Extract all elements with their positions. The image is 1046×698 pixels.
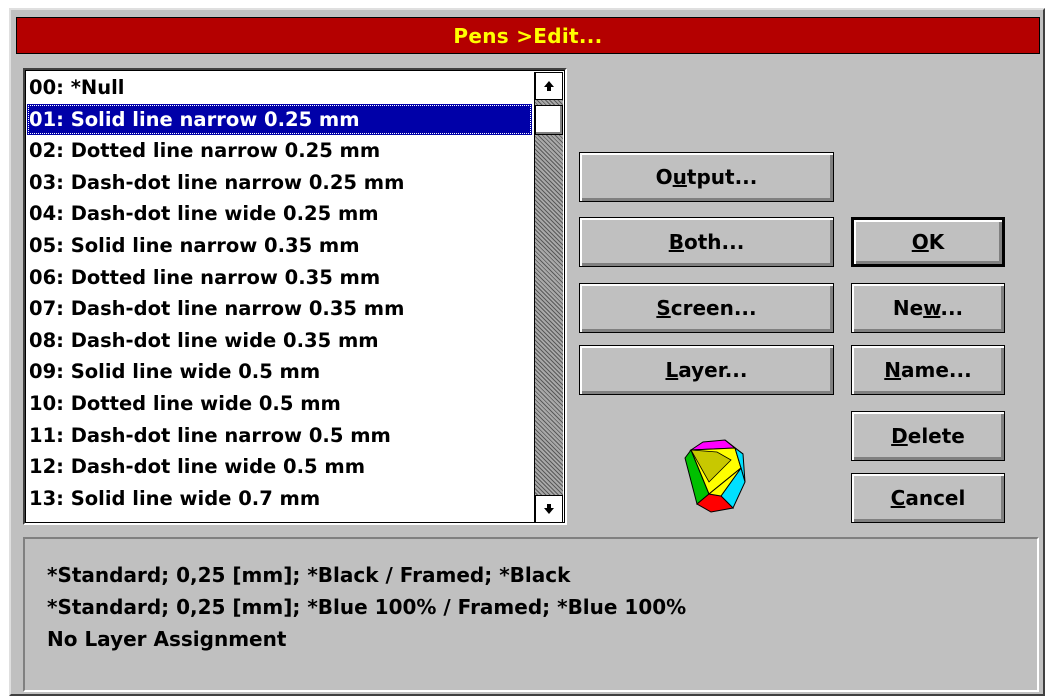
pen-list-item[interactable]: 08: Dash-dot line wide 0.35 mm	[27, 325, 532, 357]
both-button[interactable]: Both...	[579, 217, 834, 267]
pen-list-item[interactable]: 11: Dash-dot line narrow 0.5 mm	[27, 420, 532, 452]
pen-list[interactable]: 00: *Null 01: Solid line narrow 0.25 mm 02…	[23, 68, 567, 525]
scroll-up-button[interactable]	[535, 72, 563, 100]
pen-list-scrollbar[interactable]	[534, 72, 563, 523]
ok-button[interactable]: OK	[851, 217, 1005, 267]
pen-list-items: 00: *Null 01: Solid line narrow 0.25 mm 02…	[27, 72, 532, 523]
info-output-line: *Standard; 0,25 [mm]; *Black / Framed; *…	[47, 563, 571, 587]
title-bar[interactable]: Pens >Edit...	[16, 17, 1040, 54]
pen-list-item[interactable]: 12: Dash-dot line wide 0.5 mm	[27, 451, 532, 483]
pen-list-item[interactable]: 02: Dotted line narrow 0.25 mm	[27, 135, 532, 167]
new-button-label: New...	[892, 296, 964, 320]
up-arrow-icon	[544, 81, 554, 91]
pen-list-item[interactable]: 00: *Null	[27, 72, 532, 104]
name-button-label: Name...	[884, 358, 972, 382]
name-button[interactable]: Name...	[851, 345, 1005, 395]
pen-list-item[interactable]: 01: Solid line narrow 0.25 mm	[27, 103, 532, 136]
both-button-label: Both...	[668, 230, 745, 254]
layer-button-label: Layer...	[665, 358, 748, 382]
screen-button[interactable]: Screen...	[579, 283, 834, 333]
delete-button-label: Delete	[891, 424, 965, 448]
pen-list-item[interactable]: 05: Solid line narrow 0.35 mm	[27, 230, 532, 262]
dialog-title: Pens >Edit...	[453, 23, 603, 48]
layer-button[interactable]: Layer...	[579, 345, 834, 395]
cancel-button-label: Cancel	[890, 486, 966, 510]
screen-button-label: Screen...	[656, 296, 757, 320]
pen-list-item[interactable]: 04: Dash-dot line wide 0.25 mm	[27, 198, 532, 230]
down-arrow-icon	[544, 504, 554, 514]
new-button[interactable]: New...	[851, 283, 1005, 333]
output-button[interactable]: Output...	[579, 152, 834, 202]
ok-button-label: OK	[911, 230, 945, 254]
delete-button[interactable]: Delete	[851, 411, 1005, 461]
info-screen-line: *Standard; 0,25 [mm]; *Blue 100% / Frame…	[47, 595, 687, 619]
info-layer-line: No Layer Assignment	[47, 627, 287, 651]
pen-list-item[interactable]: 06: Dotted line narrow 0.35 mm	[27, 262, 532, 294]
pens-edit-dialog: Pens >Edit... 00: *Null 01: Solid line na…	[9, 8, 1045, 696]
cancel-button[interactable]: Cancel	[851, 473, 1005, 523]
output-button-label: Output...	[655, 165, 758, 189]
scroll-thumb[interactable]	[535, 105, 563, 135]
pen-list-item[interactable]: 13: Solid line wide 0.7 mm	[27, 483, 532, 515]
scroll-down-button[interactable]	[535, 495, 563, 523]
pen-list-item[interactable]: 03: Dash-dot line narrow 0.25 mm	[27, 167, 532, 199]
pen-list-item[interactable]: 07: Dash-dot line narrow 0.35 mm	[27, 293, 532, 325]
pen-list-item[interactable]: 10: Dotted line wide 0.5 mm	[27, 388, 532, 420]
pen-list-item[interactable]: 09: Solid line wide 0.5 mm	[27, 356, 532, 388]
pen-cube-icon	[684, 439, 746, 513]
pen-info-panel: *Standard; 0,25 [mm]; *Black / Framed; *…	[23, 537, 1039, 692]
